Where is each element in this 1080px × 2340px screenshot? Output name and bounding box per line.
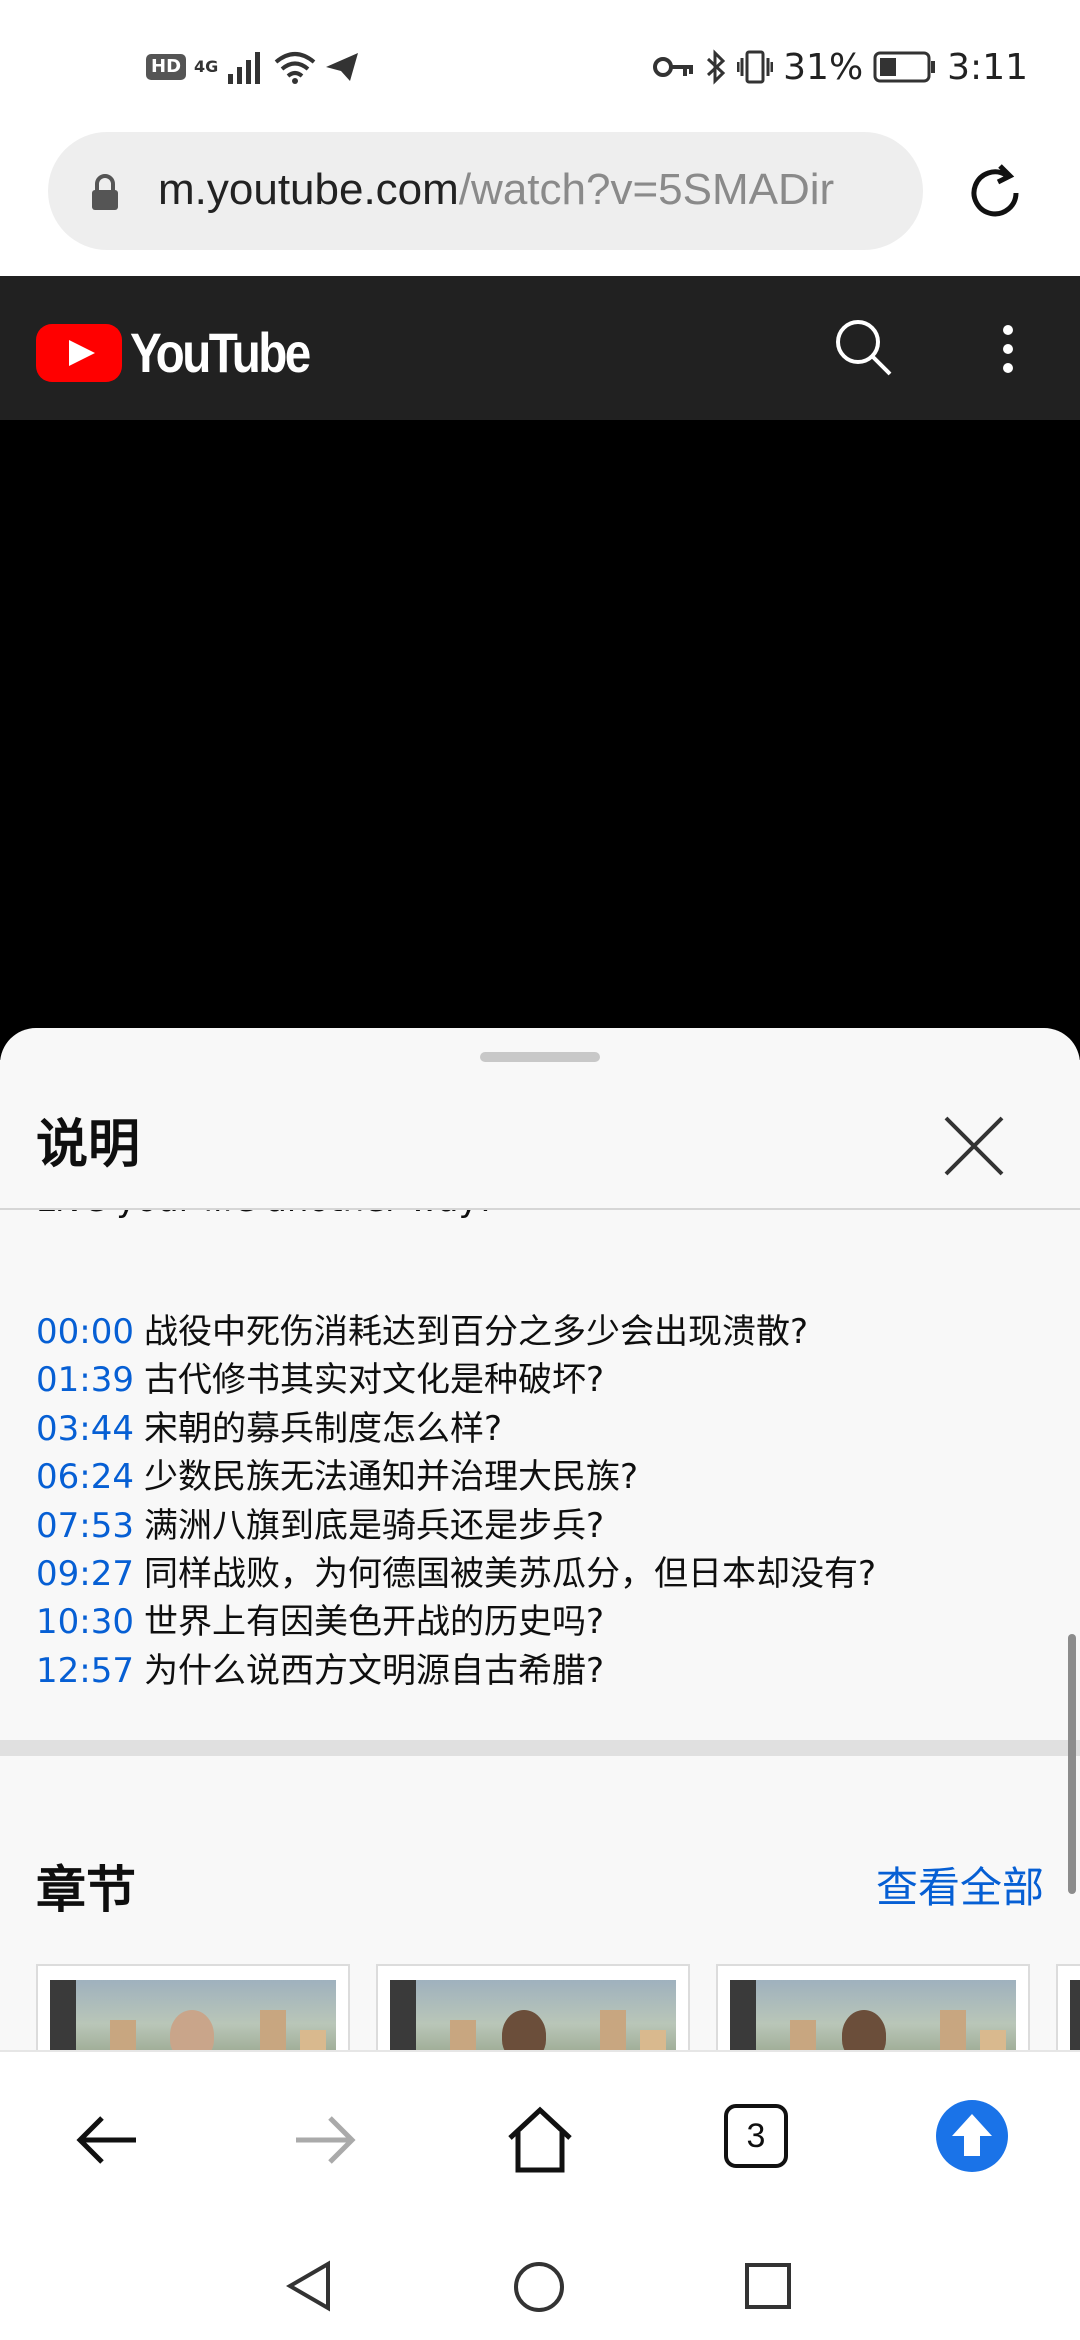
system-back-icon[interactable] [286, 2260, 332, 2312]
battery-percent: 31% [783, 46, 864, 88]
system-recents-icon[interactable] [744, 2262, 792, 2310]
browser-toolbar: m.youtube.com/watch?v=5SMADir [0, 130, 1080, 276]
youtube-play-icon [36, 323, 122, 382]
url-host: m.youtube.com [158, 165, 459, 214]
drag-handle[interactable] [480, 1052, 600, 1062]
chapter-thumbnail-image [390, 1980, 676, 2050]
timestamp-row: 12:57 为什么说西方文明源自古希腊? [36, 1647, 876, 1695]
clock: 3:11 [947, 46, 1028, 88]
home-icon[interactable] [504, 2104, 576, 2176]
chapter-thumbnail-image [730, 1980, 1016, 2050]
wifi-icon [274, 52, 316, 84]
signal-icon [228, 52, 261, 84]
bluetooth-icon [707, 49, 726, 85]
timestamp-link[interactable]: 09:27 [36, 1554, 134, 1594]
timestamp-link[interactable]: 01:39 [36, 1360, 134, 1400]
sheet-title: 说明 [36, 1115, 141, 1175]
status-left: HD 4G [146, 42, 360, 92]
chapter-thumbnail[interactable] [716, 1964, 1030, 2050]
address-bar[interactable]: m.youtube.com/watch?v=5SMADir [48, 132, 923, 250]
network-label: 4G [194, 57, 219, 76]
more-vert-icon[interactable] [990, 322, 1026, 376]
timestamp-row: 03:44 宋朝的募兵制度怎么样? [36, 1405, 876, 1453]
timestamp-title: 为什么说西方文明源自古希腊? [143, 1650, 605, 1691]
timestamp-title: 同样战败，为何德国被美苏瓜分，但日本却没有? [143, 1553, 877, 1594]
description-sheet: 说明 Live your life another way! 00:00战役中死… [0, 1028, 1080, 2050]
chapter-thumbnail[interactable] [1056, 1964, 1080, 2050]
timestamp-title: 战役中死伤消耗达到百分之多少会出现溃散? [143, 1312, 809, 1352]
timestamp-row: 07:53 满洲八旗到底是骑兵还是步兵? [36, 1502, 876, 1550]
forward-arrow-icon[interactable] [288, 2104, 360, 2176]
scroll-to-top-button[interactable] [936, 2100, 1008, 2172]
timestamp-title: 古代修书其实对文化是种破坏? [143, 1360, 605, 1401]
search-icon[interactable] [832, 316, 896, 380]
timestamp-title: 少数民族无法通知并治理大民族? [143, 1457, 639, 1498]
timestamp-row: 00:00 战役中死伤消耗达到百分之多少会出现溃散? [36, 1308, 876, 1356]
vibrate-icon [737, 50, 774, 84]
timestamp-link[interactable]: 12:57 [36, 1651, 134, 1691]
reload-icon[interactable] [962, 160, 1028, 226]
chapter-thumbnail-image [50, 1980, 336, 2050]
scrollbar[interactable] [1068, 1634, 1076, 1894]
timestamp-link[interactable]: 10:30 [36, 1602, 134, 1642]
browser-bottom-bar: 3 [0, 2050, 1080, 2222]
battery-icon [873, 51, 936, 83]
network-type: 4G [194, 59, 218, 75]
view-all-link[interactable]: 查看全部 [876, 1854, 1044, 1915]
timestamp-row: 06:24 少数民族无法通知并治理大民族? [36, 1453, 876, 1501]
status-bar: HD 4G 31% 3:11 [0, 0, 1080, 130]
system-home-icon[interactable] [512, 2260, 566, 2314]
back-arrow-icon[interactable] [72, 2104, 144, 2176]
send-icon [326, 53, 359, 81]
timestamp-title: 宋朝的募兵制度怎么样? [143, 1408, 503, 1449]
chapter-thumbnail-image [1070, 1980, 1080, 2050]
section-divider [0, 1740, 1080, 1756]
status-right: 31% 3:11 [653, 42, 1028, 92]
timestamp-link[interactable]: 06:24 [36, 1457, 134, 1497]
description-partial-line: Live your life another way! [36, 1210, 492, 1220]
chapters-heading: 章节 [36, 1861, 136, 1919]
timestamp-title: 满洲八旗到底是骑兵还是步兵? [143, 1505, 605, 1546]
timestamp-link[interactable]: 03:44 [36, 1409, 134, 1449]
url-path: /watch?v=5SMADir [458, 165, 835, 214]
video-player[interactable] [0, 420, 1080, 1060]
arrow-up-icon [952, 2114, 992, 2156]
chapter-thumbnail[interactable] [36, 1964, 350, 2050]
url-text[interactable]: m.youtube.com/watch?v=5SMADir [158, 160, 834, 220]
hd-badge: HD [146, 54, 187, 80]
timestamp-title: 世界上有因美色开战的历史吗? [143, 1602, 605, 1643]
lock-icon[interactable] [90, 174, 120, 212]
youtube-logo[interactable]: YouTube [36, 320, 340, 385]
system-navigation-bar [0, 2220, 1080, 2340]
close-icon[interactable] [936, 1108, 1012, 1184]
chapter-thumbnail[interactable] [376, 1964, 690, 2050]
youtube-wordmark: YouTube [130, 321, 311, 384]
timestamp-link[interactable]: 07:53 [36, 1506, 134, 1546]
timestamp-row: 01:39 古代修书其实对文化是种破坏? [36, 1356, 876, 1404]
timestamp-link[interactable]: 00:00 [36, 1312, 134, 1352]
timestamp-list: 00:00 战役中死伤消耗达到百分之多少会出现溃散? 01:39 古代修书其实对文化… [36, 1308, 876, 1695]
timestamp-row: 09:27 同样战败，为何德国被美苏瓜分，但日本却没有? [36, 1550, 876, 1598]
vpn-key-icon [653, 57, 694, 77]
youtube-header: YouTube [0, 276, 1080, 420]
tabs-button[interactable]: 3 [724, 2104, 788, 2168]
timestamp-row: 10:30 世界上有因美色开战的历史吗? [36, 1598, 876, 1646]
description-body: Live your life another way! 00:00战役中死伤消耗… [0, 1210, 1080, 1790]
